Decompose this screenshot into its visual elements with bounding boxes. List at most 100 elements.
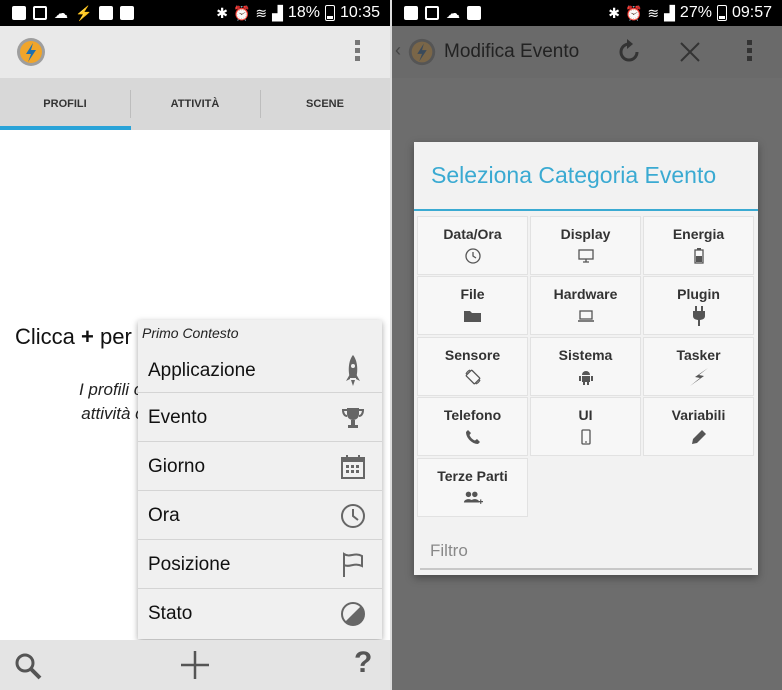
category-display[interactable]: Display [530,216,641,275]
tasker-logo-icon[interactable] [406,36,438,68]
menu-item-label: Applicazione [148,359,256,381]
gallery-icon [33,6,47,20]
bag-check-icon [120,6,135,20]
battery-icon [716,5,727,21]
empty-title-plus: + [81,324,94,349]
empty-title-text: Clicca [15,324,82,349]
undo-icon[interactable] [615,38,643,66]
category-label: File [460,286,485,302]
context-popup-menu: Primo Contesto Applicazione Evento Giorn… [138,320,382,639]
smartphone-icon [576,427,596,447]
filter-placeholder: Filtro [430,541,468,560]
tab-scene[interactable]: SCENE [260,78,390,130]
battery-percent: 27% [679,4,712,21]
close-icon[interactable] [679,41,701,63]
menu-item-label: Stato [148,602,193,624]
battery-percent: 18% [287,4,320,21]
overflow-menu-icon[interactable] [747,40,753,61]
popup-title: Primo Contesto [142,325,239,341]
category-label: Data/Ora [443,226,502,242]
category-label: Hardware [553,286,618,302]
clock-icon [340,503,366,529]
app-bar: ‹ Modifica Evento [392,26,782,78]
menu-item-evento[interactable]: Evento [138,392,382,442]
menu-item-label: Posizione [148,553,231,575]
back-chevron-icon[interactable]: ‹ [395,40,401,61]
category-label: Sistema [558,347,613,363]
category-label: Telefono [443,407,502,423]
menu-item-posizione[interactable]: Posizione [138,539,382,589]
category-label: Energia [672,226,725,242]
flag-icon [340,551,366,578]
category-label: Sensore [444,347,501,363]
category-data-ora[interactable]: Data/Ora [417,216,528,275]
category-hardware[interactable]: Hardware [530,276,641,335]
category-sensore[interactable]: Sensore [417,337,528,396]
category-telefono[interactable]: Telefono [417,397,528,456]
bag-icon [99,6,114,20]
edit-event-screen: ☁ ✱ ⏰ ≋ ▟ 27% 09:57 ‹ Modifica Evento Se… [392,0,782,690]
category-label: Variabili [671,407,726,423]
android-icon [576,367,596,387]
calendar-icon [340,454,366,480]
category-terze-parti[interactable]: Terze Parti [417,458,528,517]
filter-input[interactable]: Filtro [420,532,752,570]
bag-check-icon [467,6,481,20]
tab-indicator [0,126,131,130]
tab-attivita[interactable]: ATTIVITÀ [130,78,260,130]
clock-icon [463,246,483,266]
tasker-logo-icon[interactable] [14,35,48,69]
empty-title-text-end: per [93,324,132,349]
flash-icon: ⚡ [75,5,93,21]
bolt-icon [689,367,709,387]
category-tasker[interactable]: Tasker [643,337,754,396]
cloud-icon: ☁ [54,5,68,21]
folder-icon [463,306,483,326]
plus-icon[interactable] [180,650,210,680]
category-sistema[interactable]: Sistema [530,337,641,396]
menu-item-giorno[interactable]: Giorno [138,441,382,491]
plug-icon [689,306,709,326]
battery-icon [324,5,335,21]
bluetooth-icon: ✱ [608,5,620,21]
clock-time: 09:57 [731,4,772,21]
dialog-title: Seleziona Categoria Evento [431,162,717,188]
menu-item-ora[interactable]: Ora [138,490,382,540]
menu-item-label: Ora [148,504,180,526]
menu-item-label: Giorno [148,455,206,477]
category-variabili[interactable]: Variabili [643,397,754,456]
signal-icon: ▟ [664,5,675,21]
status-bar: ☁ ⚡ ✱ ⏰ ≋ ▟ 18% 10:35 [0,0,390,26]
half-circle-icon [340,601,366,627]
bottom-bar: ? [0,640,390,690]
users-add-icon [463,488,483,508]
help-icon[interactable]: ? [354,646,372,680]
category-energia[interactable]: Energia [643,216,754,275]
category-label: Plugin [677,286,720,302]
overflow-menu-icon[interactable] [355,40,361,61]
alarm-icon: ⏰ [232,5,251,21]
cloud-icon: ☁ [446,5,460,21]
facebook-icon [12,6,26,20]
app-bar [0,26,390,78]
category-ui[interactable]: UI [530,397,641,456]
rocket-icon [340,354,366,386]
tab-profili[interactable]: PROFILI [0,78,130,130]
signal-icon: ▟ [272,5,283,21]
category-file[interactable]: File [417,276,528,335]
menu-item-applicazione[interactable]: Applicazione [138,346,382,395]
dialog-title-divider [414,209,758,211]
category-plugin[interactable]: Plugin [643,276,754,335]
select-event-category-dialog: Seleziona Categoria Evento Data/Ora Disp… [414,142,758,575]
clock-time: 10:35 [339,4,380,21]
trophy-icon [340,405,366,431]
wifi-icon: ≋ [647,5,660,21]
category-label: Tasker [676,347,721,363]
search-icon[interactable] [14,652,42,680]
rotate-icon [463,367,483,387]
phone-icon [463,427,483,447]
status-bar: ☁ ✱ ⏰ ≋ ▟ 27% 09:57 [392,0,782,26]
laptop-icon [576,306,596,326]
menu-item-stato[interactable]: Stato [138,588,382,638]
facebook-icon [404,6,418,20]
